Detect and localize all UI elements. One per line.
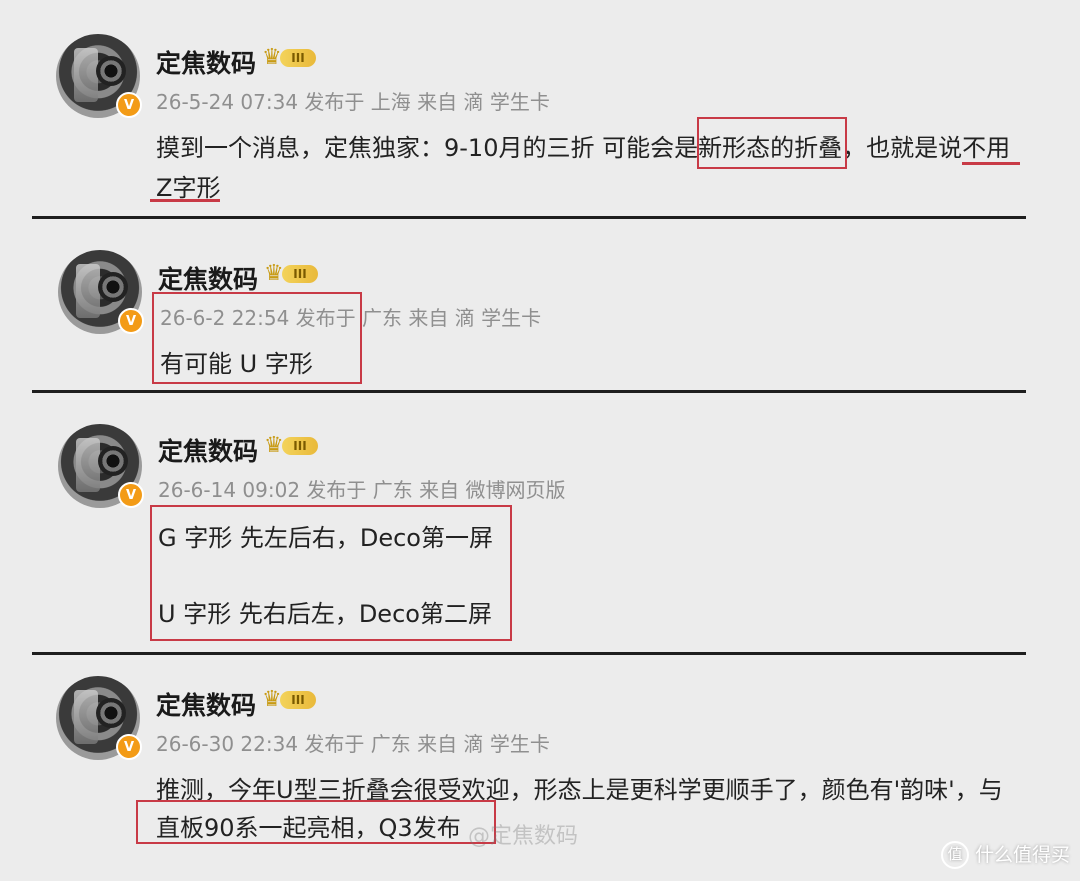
username[interactable]: 定焦数码	[158, 432, 258, 468]
vip-crown-icon: ♛ III	[262, 688, 318, 712]
site-brand[interactable]: 值什么值得买	[940, 840, 1070, 869]
vip-level-badge: III	[282, 265, 318, 283]
highlight-underline	[962, 162, 1020, 165]
verified-badge-icon: V	[116, 734, 142, 760]
avatar[interactable]: V	[56, 676, 142, 760]
avatar[interactable]: V	[56, 34, 142, 118]
divider	[32, 216, 1026, 219]
divider	[32, 390, 1026, 393]
post-meta: 26-6-30 22:34 发布于 广东 来自 滴 学生卡	[156, 732, 550, 756]
post-meta: 26-5-24 07:34 发布于 上海 来自 滴 学生卡	[156, 90, 550, 114]
divider	[32, 652, 1026, 655]
highlight-box	[697, 117, 847, 169]
username[interactable]: 定焦数码	[156, 686, 256, 722]
lens-icon	[96, 698, 126, 728]
avatar[interactable]: V	[58, 424, 144, 508]
post-meta: 26-6-14 09:02 发布于 广东 来自 微博网页版	[158, 478, 566, 502]
lens-icon	[96, 56, 126, 86]
lens-icon	[98, 446, 128, 476]
brand-name: 什么值得买	[974, 843, 1070, 866]
brand-logo-icon: 值	[940, 841, 969, 869]
post-text-line-1: 摸到一个消息，定焦独家：9-10月的三折 可能会是新形态的折叠，也就是说不用	[156, 134, 1011, 162]
verified-badge-icon: V	[118, 482, 144, 508]
camera-icon	[76, 438, 100, 492]
vip-crown-icon: ♛ III	[262, 46, 318, 70]
post-text-line-2: Z字形	[156, 174, 221, 202]
camera-icon	[74, 690, 98, 744]
username[interactable]: 定焦数码	[156, 44, 256, 80]
lens-icon	[98, 272, 128, 302]
highlight-box	[152, 292, 362, 384]
vip-level-badge: III	[280, 49, 316, 67]
username[interactable]: 定焦数码	[158, 260, 258, 296]
highlight-box	[150, 505, 512, 641]
vip-level-badge: III	[280, 691, 316, 709]
verified-badge-icon: V	[118, 308, 144, 334]
vip-crown-icon: ♛ III	[264, 434, 320, 458]
avatar[interactable]: V	[58, 250, 144, 334]
vip-level-badge: III	[282, 437, 318, 455]
highlight-box	[136, 800, 496, 844]
camera-icon	[76, 264, 100, 318]
vip-crown-icon: ♛ III	[264, 262, 320, 286]
camera-icon	[74, 48, 98, 102]
watermark: @定焦数码	[468, 824, 579, 849]
verified-badge-icon: V	[116, 92, 142, 118]
highlight-underline	[150, 199, 220, 202]
